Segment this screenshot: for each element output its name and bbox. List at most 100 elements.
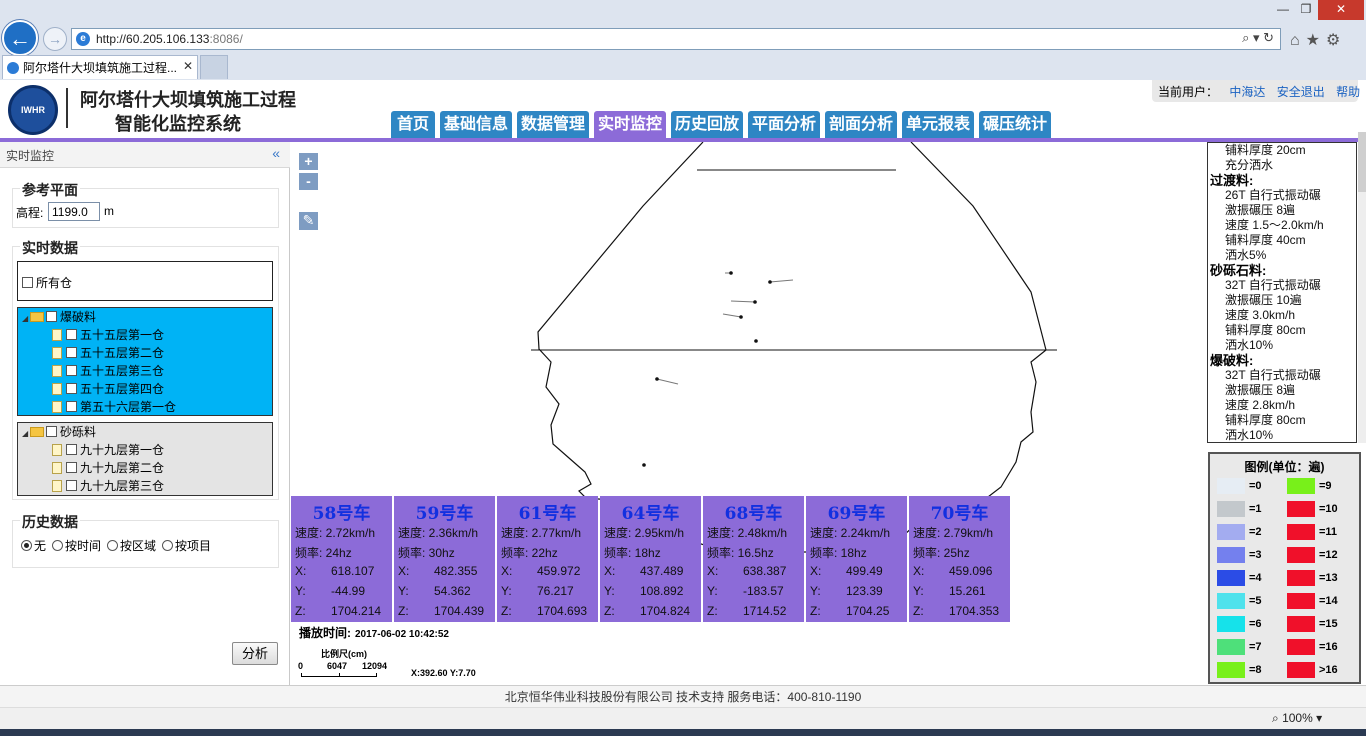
- nav-item[interactable]: 历史回放: [671, 111, 743, 138]
- checkbox[interactable]: [66, 401, 77, 412]
- nav-item[interactable]: 碾压统计: [979, 111, 1051, 138]
- x-label: X:: [707, 564, 719, 578]
- nav-item[interactable]: 首页: [391, 111, 435, 138]
- y-value: 123.39: [846, 584, 883, 598]
- legend-swatch: [1287, 478, 1315, 494]
- tree-leaf-item[interactable]: 五十五层第三仓: [52, 362, 164, 380]
- address-bar[interactable]: e http://60.205.106.133:8086/ ⌕ ▾ ↻: [71, 28, 1281, 50]
- folder-icon: [30, 312, 44, 322]
- x-value: 638.387: [743, 564, 787, 578]
- x-value: 499.49: [846, 564, 883, 578]
- y-value: 108.892: [640, 584, 684, 598]
- history-radio-option[interactable]: 按项目: [162, 539, 211, 553]
- map-area[interactable]: + - ✎ 58号车 速度: 2.72km/h 频率: 24hz X: 618.107 Y…: [291, 142, 1206, 685]
- tree-leaf-label: 九十九层第一仓: [80, 443, 165, 457]
- browser-tab[interactable]: 阿尔塔什大坝填筑施工过程... ✕: [2, 55, 198, 79]
- vehicle-card[interactable]: 69号车 速度: 2.24km/h 频率: 18hz X: 499.49 Y: 123.39…: [806, 496, 907, 622]
- nav-item[interactable]: 平面分析: [748, 111, 820, 138]
- zoom-level[interactable]: ⌕ 100% ▾: [1272, 711, 1322, 726]
- vehicle-frequency: 频率: 24hz: [295, 546, 352, 560]
- history-title: 历史数据: [20, 512, 80, 532]
- help-link[interactable]: 帮助: [1336, 85, 1360, 99]
- nav-item[interactable]: 单元报表: [902, 111, 974, 138]
- home-star-gear-icons[interactable]: ⌂★⚙: [1290, 30, 1346, 50]
- restore-icon[interactable]: ❐: [1294, 0, 1318, 20]
- tree-leaf-item[interactable]: 九十九层第二仓: [52, 459, 164, 477]
- vehicle-name: 70号车: [930, 504, 989, 524]
- minimize-icon[interactable]: —: [1272, 0, 1294, 20]
- history-radio-option[interactable]: 按区域: [107, 539, 156, 553]
- radio-button[interactable]: [21, 540, 32, 551]
- y-label: Y:: [295, 584, 306, 598]
- expand-triangle-icon[interactable]: ◢: [22, 310, 30, 328]
- document-icon: [52, 329, 62, 341]
- vehicle-speed: 速度: 2.77km/h: [501, 526, 582, 540]
- collapse-icon[interactable]: «: [272, 145, 280, 161]
- legend-swatch: [1217, 547, 1245, 563]
- vehicle-card[interactable]: 70号车 速度: 2.79km/h 频率: 25hz X: 459.096 Y: 15.26…: [909, 496, 1010, 622]
- forward-arrow-icon[interactable]: →: [43, 27, 67, 51]
- expand-triangle-icon[interactable]: ◢: [22, 425, 30, 443]
- elevation-input[interactable]: [48, 202, 100, 221]
- legend-label: =13: [1319, 572, 1338, 584]
- tree-leaf-item[interactable]: 九十九层第一仓: [52, 441, 164, 459]
- checkbox[interactable]: [66, 383, 77, 394]
- tree-leaf-label: 五十五层第四仓: [80, 382, 165, 396]
- user-name-link[interactable]: 中海达: [1229, 85, 1265, 99]
- back-arrow-icon[interactable]: ←: [2, 20, 38, 56]
- tab-close-icon[interactable]: ✕: [183, 59, 193, 73]
- zoom-in-button[interactable]: +: [299, 153, 318, 170]
- close-window-icon[interactable]: ✕: [1318, 0, 1364, 20]
- checkbox[interactable]: [66, 347, 77, 358]
- scrollbar-thumb[interactable]: [1358, 132, 1366, 192]
- radio-button[interactable]: [162, 540, 174, 551]
- new-tab-button[interactable]: [200, 55, 228, 79]
- legend-label: =7: [1249, 641, 1262, 653]
- radio-button[interactable]: [52, 540, 64, 551]
- vehicle-card[interactable]: 68号车 速度: 2.48km/h 频率: 16.5hz X: 638.387 Y: -18…: [703, 496, 804, 622]
- nav-item[interactable]: 实时监控: [594, 111, 666, 138]
- measure-tool-icon[interactable]: ✎: [299, 212, 318, 230]
- vehicle-speed: 速度: 2.79km/h: [913, 526, 994, 540]
- zoom-out-button[interactable]: -: [299, 173, 318, 190]
- tree-leaf-item[interactable]: 第五十六层第一仓: [52, 398, 176, 416]
- nav-item[interactable]: 基础信息: [440, 111, 512, 138]
- checkbox[interactable]: [66, 462, 77, 473]
- tree-node-blasting[interactable]: ◢ 爆破料: [22, 308, 96, 326]
- nav-item[interactable]: 剖面分析: [825, 111, 897, 138]
- vehicle-frequency: 频率: 18hz: [810, 546, 867, 560]
- tree-leaf-item[interactable]: 五十五层第四仓: [52, 380, 164, 398]
- all-cang-checkbox[interactable]: 所有仓: [17, 261, 273, 301]
- checkbox[interactable]: [46, 426, 57, 437]
- z-value: 1704.353: [949, 604, 1000, 618]
- checkbox[interactable]: [66, 444, 77, 455]
- history-radio-option[interactable]: 无: [21, 539, 46, 553]
- tree-node-gravel[interactable]: ◢ 砂砾料: [22, 423, 96, 441]
- x-label: X:: [810, 564, 822, 578]
- history-radio-option[interactable]: 按时间: [52, 539, 101, 553]
- nav-item[interactable]: 数据管理: [517, 111, 589, 138]
- legend-label: =9: [1319, 480, 1332, 492]
- tree-leaf-item[interactable]: 五十五层第二仓: [52, 344, 164, 362]
- logout-link[interactable]: 安全退出: [1277, 85, 1325, 99]
- vehicle-card[interactable]: 64号车 速度: 2.95km/h 频率: 18hz X: 437.489 Y: 108.8…: [600, 496, 701, 622]
- vehicle-card[interactable]: 58号车 速度: 2.72km/h 频率: 24hz X: 618.107 Y: -44.9…: [291, 496, 392, 622]
- analyze-button[interactable]: 分析: [232, 642, 278, 665]
- browser-chrome: ← → e http://60.205.106.133:8086/ ⌕ ▾ ↻ …: [0, 0, 1366, 80]
- playback-label: 播放时间:: [299, 626, 351, 640]
- roller-tracks: [642, 271, 794, 467]
- system-title-line1: 阿尔塔什大坝填筑施工过程: [80, 90, 296, 111]
- vehicle-card[interactable]: 61号车 速度: 2.77km/h 频率: 22hz X: 459.972 Y: 76.21…: [497, 496, 598, 622]
- tree-leaf-item[interactable]: 五十五层第一仓: [52, 326, 164, 344]
- y-value: -44.99: [331, 584, 366, 598]
- vehicle-x: X: 459.972: [501, 564, 580, 578]
- checkbox[interactable]: [22, 277, 33, 288]
- vehicle-card[interactable]: 59号车 速度: 2.36km/h 频率: 30hz X: 482.355 Y: 54.36…: [394, 496, 495, 622]
- radio-button[interactable]: [107, 540, 119, 551]
- checkbox[interactable]: [46, 311, 57, 322]
- tree-leaf-item[interactable]: 九十九层第三仓: [52, 477, 164, 495]
- checkbox[interactable]: [66, 365, 77, 376]
- checkbox[interactable]: [66, 329, 77, 340]
- checkbox[interactable]: [66, 480, 77, 491]
- search-refresh-icons[interactable]: ⌕ ▾ ↻: [1242, 30, 1274, 46]
